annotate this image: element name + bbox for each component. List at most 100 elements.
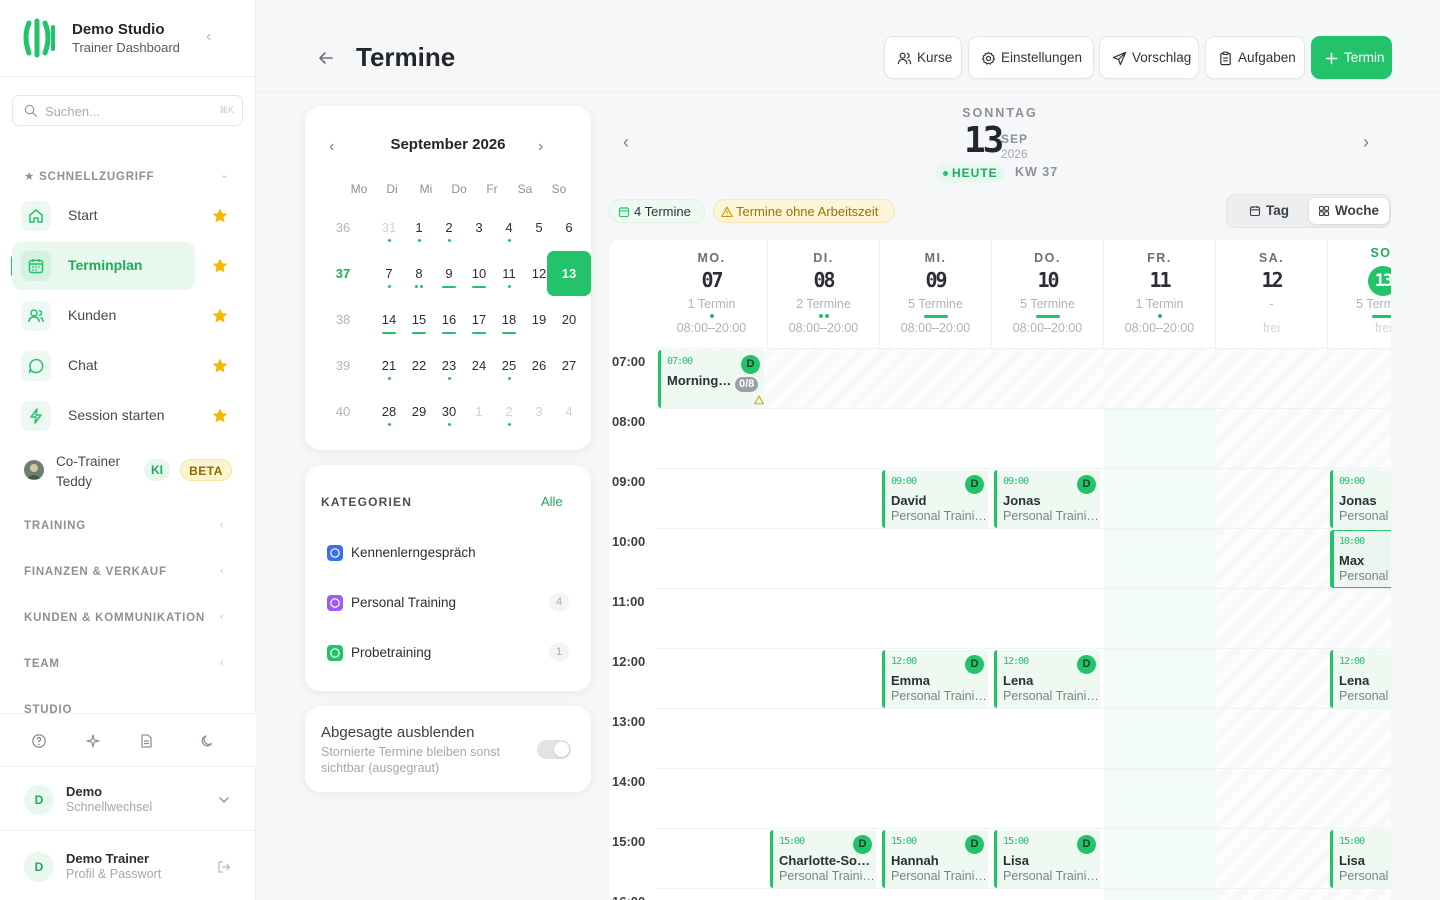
logout-icon[interactable]	[216, 859, 232, 875]
day-column-header[interactable]: DI. 08 2 Termine 08:00–20:00	[768, 240, 880, 348]
section-kunden-kommunikation[interactable]: KUNDEN & KOMMUNIKATION ‹	[24, 611, 224, 624]
sidebar-item-terminplan[interactable]: Terminplan	[12, 242, 195, 290]
calendar-day[interactable]: 6	[554, 206, 584, 250]
appointment-card[interactable]: 10:00DMaxPersonal Training	[1330, 530, 1391, 588]
appointment-card[interactable]: 12:00 D Emma Personal Training	[882, 650, 988, 708]
sparkles-icon[interactable]	[85, 733, 101, 749]
profile-switcher[interactable]: D Demo Schnellwechsel	[0, 767, 256, 831]
appointment-card[interactable]: 12:00DLenaPersonal Training	[994, 650, 1100, 708]
day-column-header[interactable]: SO. 135 Termine frei	[1328, 240, 1391, 348]
appointment-card[interactable]: 09:00 D David Personal Training	[882, 470, 988, 528]
category-kennenlerngespraech[interactable]: Kennenlerngespräch	[321, 538, 575, 568]
today-badge[interactable]: HEUTE	[936, 163, 1004, 183]
section-team[interactable]: TEAM ‹	[24, 657, 224, 670]
calendar-day[interactable]: 28	[374, 390, 404, 434]
send-icon	[1112, 51, 1127, 66]
collapse-sidebar-icon[interactable]: ‹	[206, 28, 211, 46]
favorite-star-icon[interactable]	[211, 207, 229, 225]
categories-all-link[interactable]: Alle	[541, 494, 563, 509]
calendar-day[interactable]: 11	[494, 252, 524, 296]
day-column-header[interactable]: SA. 12 - frei	[1216, 240, 1328, 348]
quick-access-header[interactable]: ★ SCHNELLZUGRIFF ⌄	[24, 169, 229, 183]
calendar-day[interactable]: 21	[374, 344, 404, 388]
category-personal-training[interactable]: Personal Training 4	[321, 588, 575, 618]
moon-icon[interactable]	[200, 733, 216, 749]
favorite-star-icon[interactable]	[211, 307, 229, 325]
no-worktime-warning-pill[interactable]: Termine ohne Arbeitszeit	[713, 199, 895, 223]
calendar-day[interactable]: 19	[524, 298, 554, 342]
calendar-day[interactable]: 17	[464, 298, 494, 342]
section-training[interactable]: TRAINING ‹	[24, 519, 224, 532]
calendar-day[interactable]: 9	[434, 252, 464, 296]
calendar-day[interactable]: 4	[554, 390, 584, 434]
sidebar-item-kunden[interactable]: Kunden	[12, 292, 195, 340]
calendar-day[interactable]: 5	[524, 206, 554, 250]
mini-calendar-today[interactable]: 13	[547, 251, 591, 296]
calendar-day[interactable]: 15	[404, 298, 434, 342]
favorite-star-icon[interactable]	[211, 257, 229, 275]
calendar-day[interactable]: 30	[434, 390, 464, 434]
calendar-day[interactable]: 2	[434, 206, 464, 250]
appointment-card[interactable]: 15:00DLisaPersonal Training	[1330, 830, 1391, 888]
kurse-button[interactable]: Kurse	[884, 36, 962, 79]
back-arrow-icon[interactable]	[316, 48, 336, 68]
section-studio[interactable]: STUDIO‹	[24, 704, 72, 713]
sidebar-item-co-trainer[interactable]: Co-Trainer Teddy KI BETA	[24, 450, 244, 490]
document-icon[interactable]	[138, 733, 154, 749]
favorite-star-icon[interactable]	[211, 357, 229, 375]
day-column-header[interactable]: MO. 07 1 Termin 08:00–20:00	[656, 240, 768, 348]
appointment-card[interactable]: 07:00 D Morning Workout0/8	[658, 350, 764, 408]
appointment-card[interactable]: 09:00DJonasPersonal Training	[1330, 470, 1391, 528]
help-icon[interactable]	[31, 733, 47, 749]
user-account[interactable]: D Demo Trainer Profil & Passwort	[0, 834, 256, 898]
calendar-day[interactable]: 1	[464, 390, 494, 434]
search-input[interactable]	[45, 102, 205, 120]
section-finanzen[interactable]: FINANZEN & VERKAUF ‹	[24, 565, 224, 578]
chevron-right-icon[interactable]: ›	[538, 138, 543, 156]
search-box[interactable]: ⌘K	[12, 95, 243, 126]
view-week-button[interactable]: Woche	[1309, 198, 1389, 224]
calendar-day[interactable]: 3	[524, 390, 554, 434]
calendar-day[interactable]: 25	[494, 344, 524, 388]
calendar-day[interactable]: 18	[494, 298, 524, 342]
calendar-day[interactable]: 1	[404, 206, 434, 250]
appointment-card[interactable]: 09:00DJonasPersonal Training	[994, 470, 1100, 528]
hide-cancelled-toggle[interactable]	[537, 740, 571, 759]
appointment-card[interactable]: 15:00DLisaPersonal Training	[994, 830, 1100, 888]
day-column-header[interactable]: DO. 10 5 Termine 08:00–20:00	[992, 240, 1104, 348]
appointment-card[interactable]: 12:00DLenaPersonal Training	[1330, 650, 1391, 708]
vorschlag-button[interactable]: Vorschlag	[1099, 36, 1199, 79]
calendar-day[interactable]: 16	[434, 298, 464, 342]
day-column-header[interactable]: MI. 09 5 Termine 08:00–20:00	[880, 240, 992, 348]
next-period-icon[interactable]: ›	[1354, 132, 1378, 156]
category-probetraining[interactable]: Probetraining 1	[321, 638, 575, 668]
sidebar-item-start[interactable]: Start	[12, 192, 195, 240]
calendar-day[interactable]: 8	[404, 252, 434, 296]
calendar-day[interactable]: 14	[374, 298, 404, 342]
off-day-area	[1216, 348, 1391, 900]
calendar-day[interactable]: 20	[554, 298, 584, 342]
appointment-card[interactable]: 15:00 D Hannah Personal Training	[882, 830, 988, 888]
calendar-day[interactable]: 26	[524, 344, 554, 388]
aufgaben-button[interactable]: Aufgaben	[1205, 36, 1305, 79]
new-termin-button[interactable]: Termin	[1311, 36, 1392, 79]
calendar-day[interactable]: 23	[434, 344, 464, 388]
einstellungen-button[interactable]: Einstellungen	[968, 36, 1094, 79]
sidebar-item-session-starten[interactable]: Session starten	[12, 392, 195, 440]
favorite-star-icon[interactable]	[211, 407, 229, 425]
calendar-day[interactable]: 10	[464, 252, 494, 296]
appointment-card[interactable]: 15:00 D Charlotte-Sophie Personal Training	[770, 830, 876, 888]
calendar-day[interactable]: 24	[464, 344, 494, 388]
calendar-day[interactable]: 3	[464, 206, 494, 250]
calendar-day[interactable]: 2	[494, 390, 524, 434]
calendar-day[interactable]: 29	[404, 390, 434, 434]
view-day-button[interactable]: Tag	[1240, 198, 1300, 224]
prev-period-icon[interactable]: ‹	[614, 132, 638, 156]
calendar-day[interactable]: 4	[494, 206, 524, 250]
calendar-day[interactable]: 27	[554, 344, 584, 388]
sidebar-item-chat[interactable]: Chat	[12, 342, 195, 390]
calendar-day[interactable]: 7	[374, 252, 404, 296]
calendar-day[interactable]: 31	[374, 206, 404, 250]
calendar-day[interactable]: 22	[404, 344, 434, 388]
day-column-header[interactable]: FR. 11 1 Termin 08:00–20:00	[1104, 240, 1216, 348]
